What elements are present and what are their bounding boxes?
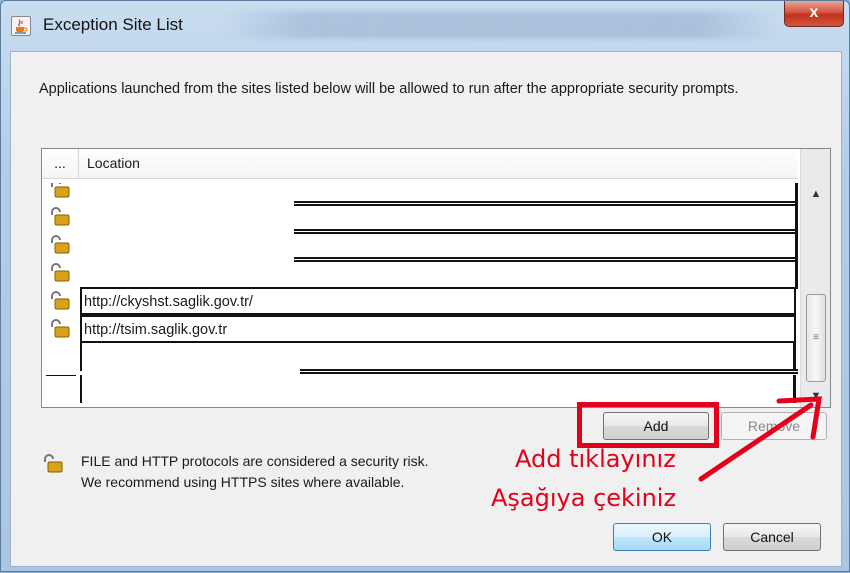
location-cell[interactable]: http://ckyshst.saglik.gov.tr/ (80, 287, 796, 315)
vertical-scrollbar[interactable]: ▲ ≡ ▼ (800, 149, 830, 407)
unlocked-padlock-icon (48, 319, 70, 339)
table-header: ... Location (42, 149, 798, 179)
location-cell[interactable] (80, 259, 796, 287)
close-button[interactable]: x (784, 1, 844, 27)
scroll-up-arrow-icon[interactable]: ▲ (801, 183, 831, 205)
title-bar[interactable]: Exception Site List x (1, 1, 849, 51)
location-cell[interactable] (80, 231, 796, 259)
unlocked-padlock-icon (48, 235, 70, 255)
location-cell[interactable] (80, 183, 796, 203)
row-divider (300, 369, 798, 371)
unlocked-padlock-icon (41, 454, 63, 480)
column-header-icon[interactable]: ... (42, 149, 79, 179)
table-row[interactable] (42, 229, 798, 261)
location-cell[interactable]: http://tsim.saglik.gov.tr (80, 315, 796, 343)
column-header-location[interactable]: Location (87, 155, 140, 171)
table-row[interactable] (42, 183, 798, 205)
ok-button[interactable]: OK (613, 523, 711, 551)
annotation-add: Add tıklayınız (515, 445, 676, 473)
table-row[interactable] (42, 257, 798, 289)
remove-button[interactable]: Remove (721, 412, 827, 440)
add-button-highlight (577, 402, 719, 448)
table-row[interactable] (42, 343, 798, 374)
warning-line-2: We recommend using HTTPS sites where ava… (81, 474, 405, 490)
exception-site-list-window: Exception Site List x Applications launc… (0, 0, 850, 572)
row-divider (294, 260, 798, 262)
window-title: Exception Site List (43, 15, 183, 34)
annotation-scroll: Aşağıya çekiniz (491, 484, 677, 512)
unlocked-padlock-icon (48, 183, 70, 199)
unlocked-padlock-icon (48, 291, 70, 311)
dialog-client-area: Applications launched from the sites lis… (10, 51, 842, 567)
row-divider (294, 204, 798, 206)
location-cell[interactable] (80, 203, 796, 231)
unlocked-padlock-icon (48, 263, 70, 283)
row-divider (294, 232, 798, 234)
table-row[interactable]: http://ckyshst.saglik.gov.tr/ (42, 287, 798, 315)
row-divider (46, 375, 76, 376)
row-edge (795, 259, 798, 289)
location-cell[interactable] (80, 375, 796, 403)
description-text: Applications launched from the sites lis… (39, 81, 739, 97)
unlocked-padlock-icon (48, 207, 70, 227)
row-divider (294, 257, 798, 259)
title-blur-overlay (221, 11, 781, 39)
table-rows: http://ckyshst.saglik.gov.tr/ http://tsi… (42, 183, 798, 405)
scroll-down-arrow-icon[interactable]: ▼ (801, 385, 831, 407)
row-divider (294, 229, 798, 231)
row-divider (300, 372, 798, 374)
table-row[interactable] (42, 201, 798, 233)
cancel-button[interactable]: Cancel (723, 523, 821, 551)
warning-text-block: FILE and HTTP protocols are considered a… (81, 451, 521, 493)
site-list-table: ... Location http://ckyshst.saglik.gov.t… (41, 148, 831, 408)
warning-line-1: FILE and HTTP protocols are considered a… (81, 453, 429, 469)
table-row[interactable] (42, 375, 798, 403)
table-row[interactable]: http://tsim.saglik.gov.tr (42, 315, 798, 343)
location-cell[interactable] (80, 343, 796, 371)
scroll-thumb[interactable]: ≡ (806, 294, 826, 382)
row-divider (294, 201, 798, 203)
java-cup-icon (11, 16, 31, 36)
